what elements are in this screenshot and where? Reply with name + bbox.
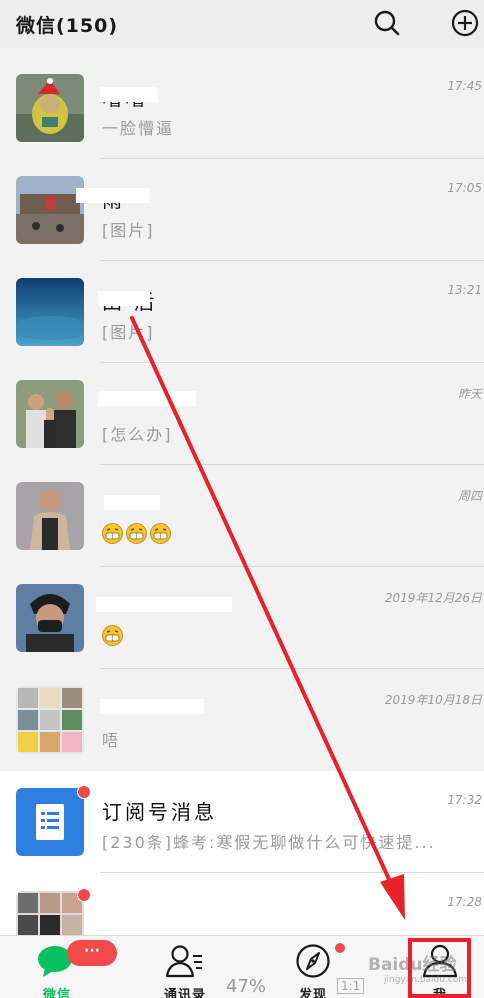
masked-person-avatar <box>16 584 84 652</box>
chat-time: 2019年10月18日 <box>384 693 482 707</box>
chat-preview: [图片] <box>102 323 155 342</box>
chat-time: 昨天 <box>457 387 482 401</box>
person-avatar <box>16 482 84 550</box>
group-photo-avatar <box>16 891 84 935</box>
chat-time: 周四 <box>457 489 482 503</box>
compass-icon <box>290 943 336 979</box>
chat-item[interactable]: 2019年10月18日 唔 <box>0 669 484 771</box>
tab-label: 发现 <box>298 988 327 998</box>
grin-emoji-icon <box>126 523 147 544</box>
chat-item[interactable]: 周四 <box>0 465 484 567</box>
unread-badge: ··· <box>67 940 117 966</box>
search-icon[interactable] <box>372 8 402 38</box>
tab-label: 微信 <box>42 988 71 998</box>
grin-emoji-icon <box>102 625 123 646</box>
chat-item-subscriptions[interactable]: 订阅号消息 17:32 [230条]蜂考:寒假无聊做什么可快速提... <box>0 771 484 873</box>
name-redaction <box>76 188 150 203</box>
annotation-highlight-box <box>408 938 471 998</box>
chat-preview <box>102 523 174 544</box>
discover-dot <box>334 942 346 954</box>
group-avatar <box>16 686 84 754</box>
grin-emoji-icon <box>150 523 171 544</box>
plus-circle-icon[interactable] <box>450 8 480 38</box>
name-redaction <box>96 597 232 612</box>
name-redaction <box>98 391 196 406</box>
chat-preview: 唔 <box>102 731 121 750</box>
chat-item[interactable]: 噜噜 17:45 一脸懵逼 <box>0 57 484 159</box>
tab-discover[interactable]: 发现 <box>268 936 358 998</box>
chat-time: 2019年12月26日 <box>384 591 482 605</box>
chat-name: 订阅号消息 <box>102 800 217 824</box>
chat-time: 17:32 <box>447 793 482 807</box>
chat-item[interactable]: 雨 17:05 [图片] <box>0 159 484 261</box>
top-bar: 微信(150) <box>0 0 484 48</box>
chat-preview: [怎么办] <box>102 425 173 444</box>
chat-item[interactable]: 田 后 13:21 [图片] <box>0 261 484 363</box>
chat-preview: 一脸懵逼 <box>102 119 175 138</box>
name-redaction <box>100 699 204 714</box>
chat-time: 17:28 <box>447 895 482 909</box>
tab-contacts[interactable]: 通讯录 <box>140 936 230 998</box>
contacts-icon <box>162 943 208 979</box>
chat-time: 17:05 <box>447 181 482 195</box>
chat-preview: [图片] <box>102 221 155 240</box>
landmark-avatar <box>16 176 84 244</box>
name-redaction <box>98 291 150 306</box>
unread-dot <box>77 888 91 902</box>
tab-label: 通讯录 <box>163 988 206 998</box>
teletubby-avatar <box>16 74 84 142</box>
chat-item[interactable]: 2019年12月26日 <box>0 567 484 669</box>
chat-preview <box>102 625 126 646</box>
name-redaction <box>104 495 160 510</box>
chat-item[interactable]: 17:28 <box>0 873 484 935</box>
grin-emoji-icon <box>102 523 123 544</box>
chat-time: 17:45 <box>447 79 482 93</box>
sky-avatar <box>16 278 84 346</box>
name-redaction <box>100 87 158 102</box>
chat-time: 13:21 <box>447 283 482 297</box>
family-avatar <box>16 380 84 448</box>
app-title: 微信(150) <box>16 15 119 37</box>
unread-dot <box>77 785 91 799</box>
tab-chats[interactable]: ··· 微信 <box>12 936 117 998</box>
chat-item[interactable]: 昨天 [怎么办] <box>0 363 484 465</box>
chat-preview: [230条]蜂考:寒假无聊做什么可快速提... <box>102 833 436 852</box>
subscription-avatar <box>16 788 84 856</box>
